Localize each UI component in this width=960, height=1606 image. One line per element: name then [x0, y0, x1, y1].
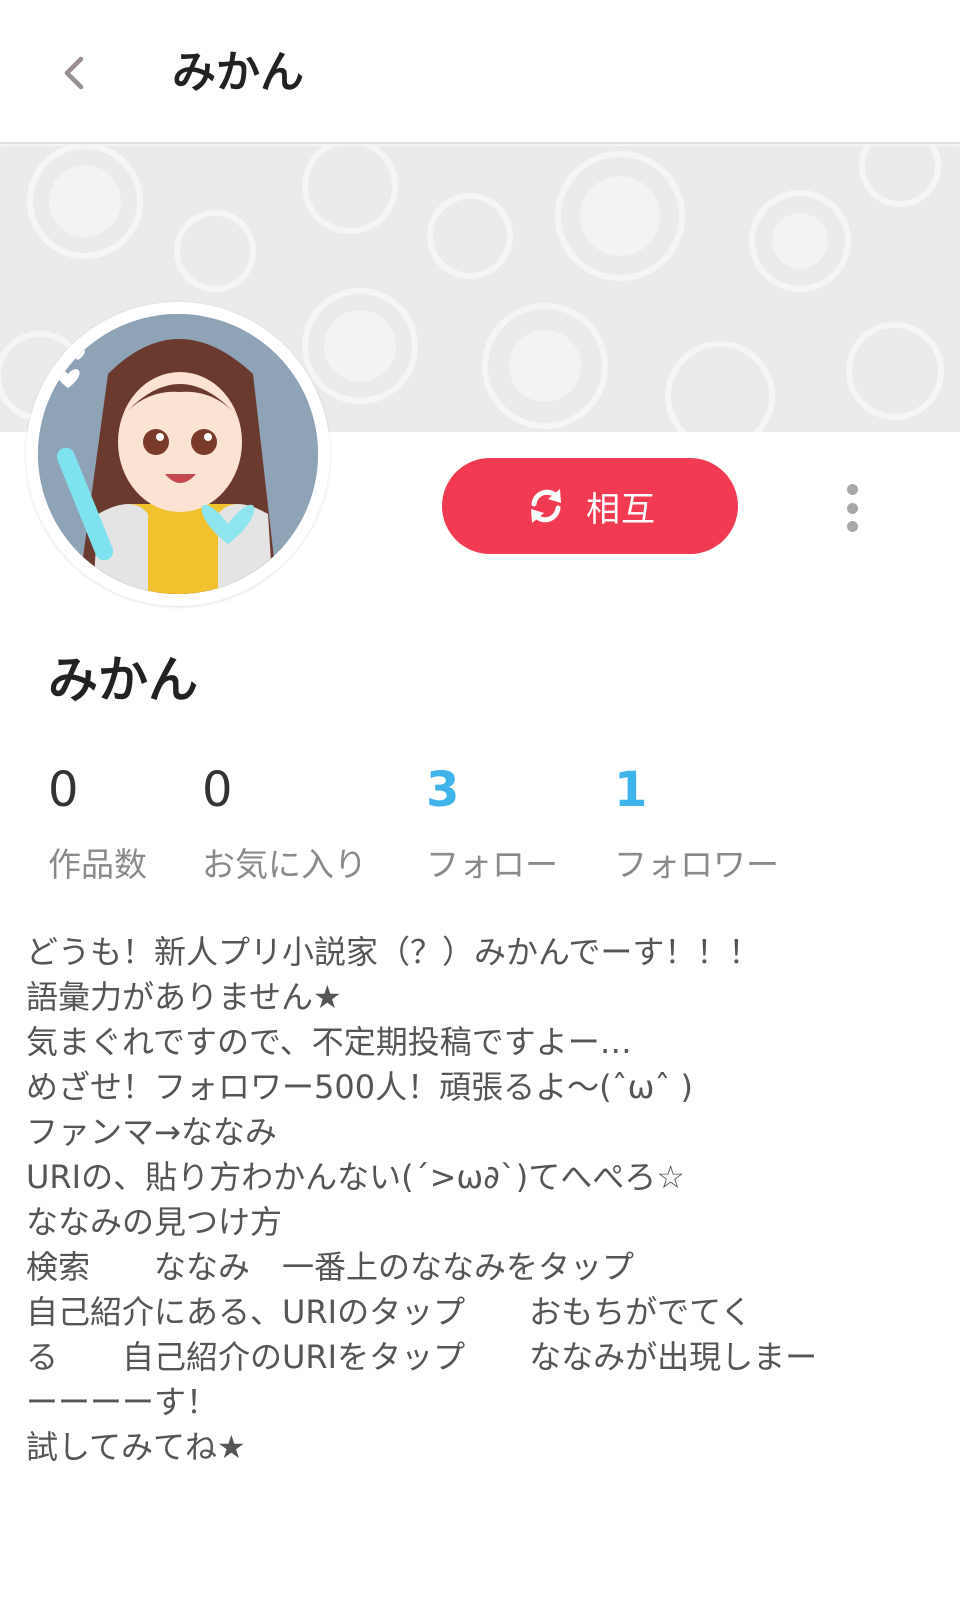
- stat-followers-label: フォロワー: [614, 845, 779, 884]
- bio-line: ななみの見つけ方: [26, 1203, 283, 1241]
- back-button[interactable]: [40, 38, 110, 108]
- header-title: みかん: [172, 47, 304, 98]
- stat-followers[interactable]: 1 フォロワー: [614, 760, 779, 886]
- profile-bio: どうも！新人プリ小説家（？）みかんでーす！！！ 語彙力がありません★ 気まぐれで…: [26, 930, 926, 1470]
- bio-line: 検索 ななみ 一番上のななみをタップ: [26, 1248, 635, 1286]
- avatar[interactable]: [38, 314, 318, 594]
- stat-favorites-count: 0: [202, 762, 233, 818]
- stat-favorites-label: お気に入り: [202, 845, 367, 884]
- bio-line: 気まぐれですので、不定期投稿ですよー…: [26, 1023, 632, 1061]
- bio-line: ーーーーす！: [26, 1383, 219, 1421]
- profile-name: みかん: [48, 651, 198, 709]
- more-vertical-icon[interactable]: [832, 478, 872, 538]
- bio-line: めざせ！フォロワー500人！頑張るよ〜(ˆωˆ ): [26, 1068, 694, 1106]
- stat-works: 0 作品数: [48, 760, 147, 886]
- avatar-illustration: [38, 314, 318, 594]
- stat-favorites: 0 お気に入り: [202, 760, 367, 886]
- app-header: みかん: [0, 0, 960, 144]
- bio-line: どうも！新人プリ小説家（？）みかんでーす！！！: [26, 933, 761, 971]
- bio-line: 試してみてね★: [26, 1428, 246, 1466]
- stat-followers-count: 1: [614, 762, 648, 818]
- stat-following-label: フォロー: [426, 845, 558, 884]
- bio-line: 自己紹介にある、URIのタップ おもちがでてく: [26, 1293, 753, 1331]
- bio-line: URIの、貼り方わかんない(´>ω∂`)てへぺろ☆: [26, 1158, 685, 1196]
- bio-line: 語彙力がありません★: [26, 978, 342, 1016]
- bio-line: る 自己紹介のURIをタップ ななみが出現しまー: [26, 1338, 818, 1376]
- mutual-label: 相互: [586, 489, 656, 530]
- stat-following-count: 3: [426, 762, 460, 818]
- stat-works-count: 0: [48, 762, 79, 818]
- chevron-left-icon: [64, 56, 84, 90]
- refresh-icon: [531, 489, 561, 523]
- stat-works-label: 作品数: [48, 845, 147, 884]
- bio-line: ファンマ→ななみ: [26, 1113, 277, 1151]
- mutual-follow-button[interactable]: 相互: [442, 458, 738, 554]
- stat-following[interactable]: 3 フォロー: [426, 760, 558, 886]
